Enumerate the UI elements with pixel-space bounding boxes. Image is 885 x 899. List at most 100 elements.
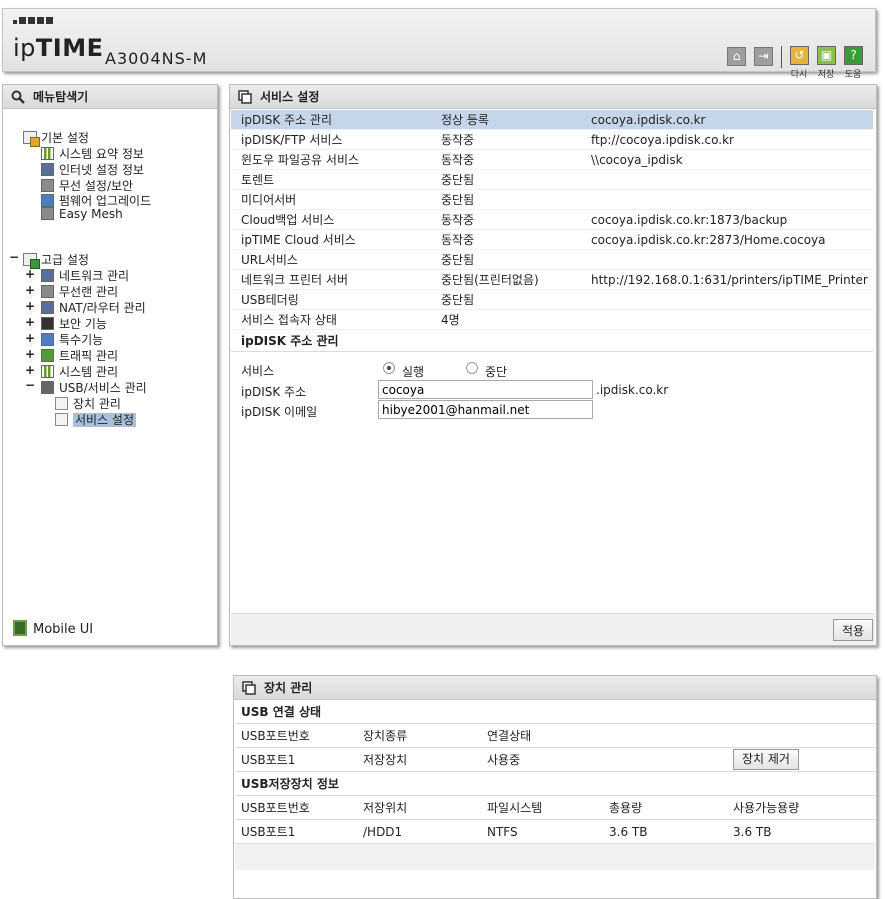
service-status: 동작중 xyxy=(441,233,475,247)
save-icon[interactable]: ▣ xyxy=(817,46,836,65)
menu-explorer-title: 메뉴탐색기 xyxy=(3,85,217,109)
tree-item-wlan[interactable]: 무선랜 관리 xyxy=(41,283,118,300)
device-management-panel: 장치 관리 USB 연결 상태 USB포트번호 장치종류 연결상태 USB포트1… xyxy=(233,675,877,899)
tree-item-system[interactable]: 시스템 관리 xyxy=(41,363,118,380)
service-row[interactable]: ipTIME Cloud 서비스 동작중 cocoya.ipdisk.co.kr:2… xyxy=(231,230,873,250)
ipdisk-email-input[interactable] xyxy=(378,400,593,419)
tree-item-label: 장치 관리 xyxy=(73,397,121,411)
tree-item-label: 시스템 관리 xyxy=(59,365,119,379)
usb-status-header-row: USB포트번호 장치종류 연결상태 xyxy=(235,724,875,748)
collapse-toggle-icon[interactable]: − xyxy=(9,250,19,264)
ipdisk-address-input[interactable] xyxy=(378,380,593,399)
tree-item-internet-settings[interactable]: 인터넷 설정 정보 xyxy=(41,161,144,178)
tree-advanced-settings[interactable]: 고급 설정 xyxy=(23,251,89,269)
service-row[interactable]: URL서비스 중단됨 xyxy=(231,250,873,270)
tree-item-traffic[interactable]: 트래픽 관리 xyxy=(41,347,118,364)
file-system: NTFS xyxy=(487,825,518,839)
service-settings-title: 서비스 설정 xyxy=(230,85,876,109)
tree-item-easy-mesh[interactable]: Easy Mesh xyxy=(41,207,123,221)
service-status: 동작중 xyxy=(441,213,475,227)
monitor-icon xyxy=(41,163,54,176)
tree-item-label: 인터넷 설정 정보 xyxy=(59,163,144,177)
tree-item-network[interactable]: 네트워크 관리 xyxy=(41,267,129,284)
router-icon xyxy=(41,301,54,314)
service-name: ipDISK 주소 관리 xyxy=(241,113,333,127)
remove-device-button[interactable]: 장치 제거 xyxy=(733,749,799,770)
service-label: 서비스 xyxy=(241,364,275,378)
service-row[interactable]: 윈도우 파일공유 서비스 동작중 \\cocoya_ipdisk xyxy=(231,150,873,170)
expand-icon[interactable]: + xyxy=(25,315,35,329)
service-row[interactable]: 서비스 접속자 상태 4명 xyxy=(231,310,873,330)
service-row[interactable]: USB테더링 중단됨 xyxy=(231,290,873,310)
service-name: ipTIME Cloud 서비스 xyxy=(241,233,356,247)
save-label[interactable]: 저장 xyxy=(814,67,838,80)
service-row[interactable]: 네트워크 프린터 서버 중단됨(프린터없음) http://192.168.0.1:… xyxy=(231,270,873,290)
service-settings-panel: 서비스 설정 ipDISK 주소 관리 정상 등록 cocoya.ipdisk.co… xyxy=(229,84,877,646)
service-name: 윈도우 파일공유 서비스 xyxy=(241,153,360,167)
tree-item-nat-router[interactable]: NAT/라우터 관리 xyxy=(41,299,146,316)
tree-item-device-management[interactable]: 장치 관리 xyxy=(55,395,121,412)
service-name: 서비스 접속자 상태 xyxy=(241,313,337,327)
folder-icon xyxy=(23,253,40,269)
expand-icon[interactable]: + xyxy=(25,331,35,345)
run-radio[interactable] xyxy=(383,362,395,374)
home-icon[interactable]: ⌂ xyxy=(727,47,746,66)
tree-item-security[interactable]: 보안 기능 xyxy=(41,315,107,332)
magnifier-icon xyxy=(11,90,25,104)
special-icon xyxy=(41,333,54,346)
tree-item-system-summary[interactable]: 시스템 요약 정보 xyxy=(41,145,144,162)
column-header: 파일시스템 xyxy=(487,801,543,815)
available-capacity: 3.6 TB xyxy=(733,825,772,839)
connection-status: 사용중 xyxy=(487,753,521,767)
logo-dots xyxy=(13,17,53,24)
menu-explorer-label: 메뉴탐색기 xyxy=(33,90,89,104)
service-status: 4명 xyxy=(441,313,460,327)
tree-item-label: 펌웨어 업그레이드 xyxy=(59,194,152,208)
service-row[interactable]: Cloud백업 서비스 동작중 cocoya.ipdisk.co.kr:1873/b… xyxy=(231,210,873,230)
collapse-icon[interactable]: − xyxy=(25,378,35,392)
expand-icon[interactable]: + xyxy=(25,347,35,361)
column-header: 연결상태 xyxy=(487,729,532,743)
tree-item-usb-service[interactable]: USB/서비스 관리 xyxy=(41,379,147,396)
column-header: 총용량 xyxy=(609,801,643,815)
tree-item-label: 보안 기능 xyxy=(59,317,107,331)
service-row[interactable]: ipDISK 주소 관리 정상 등록 cocoya.ipdisk.co.kr xyxy=(231,110,873,130)
tree-basic-settings[interactable]: 기본 설정 xyxy=(23,129,89,147)
tree-item-special[interactable]: 특수기능 xyxy=(41,331,103,348)
column-header: 장치종류 xyxy=(363,729,408,743)
logout-icon[interactable]: ⇥ xyxy=(754,47,773,66)
apply-button[interactable]: 적용 xyxy=(833,619,874,641)
service-row[interactable]: ipDISK/FTP 서비스 동작중 ftp://cocoya.ipdisk.co.… xyxy=(231,130,873,150)
tree-item-label: 무선랜 관리 xyxy=(59,285,119,299)
device-title-label: 장치 관리 xyxy=(264,681,313,695)
run-radio-label[interactable]: 실행 xyxy=(402,363,424,380)
header-bar: ipTIME A3004NS-M ⌂ ⇥ ↺ 다시 ▣ 저장 ? 도움 xyxy=(2,8,876,80)
undo-icon[interactable]: ↺ xyxy=(790,46,809,65)
usb-status-section-title: USB 연결 상태 xyxy=(235,700,875,724)
service-status: 중단됨 xyxy=(441,173,475,187)
undo-label[interactable]: 다시 xyxy=(787,67,811,80)
storage-header-row: USB포트번호 저장위치 파일시스템 총용량 사용가능용량 xyxy=(235,796,875,820)
ipdisk-domain-suffix: .ipdisk.co.kr xyxy=(596,383,669,397)
tree-item-service-settings[interactable]: 서비스 설정 xyxy=(55,411,137,428)
help-label[interactable]: 도움 xyxy=(841,67,865,80)
chart-icon xyxy=(41,365,54,378)
stop-radio-label[interactable]: 중단 xyxy=(485,363,507,380)
expand-icon[interactable]: + xyxy=(25,363,35,377)
stop-radio[interactable] xyxy=(466,362,478,374)
mobile-ui-link[interactable]: Mobile UI xyxy=(13,620,93,637)
tree-item-label: USB/서비스 관리 xyxy=(59,381,147,395)
mobile-phone-icon xyxy=(13,620,27,636)
expand-icon[interactable]: + xyxy=(25,283,35,297)
model-name: A3004NS-M xyxy=(105,49,208,68)
expand-icon[interactable]: + xyxy=(25,267,35,281)
expand-icon[interactable]: + xyxy=(25,299,35,313)
ipdisk-address-label: ipDISK 주소 xyxy=(241,385,307,399)
column-header: USB포트번호 xyxy=(241,801,310,815)
service-row[interactable]: 미디어서버 중단됨 xyxy=(231,190,873,210)
tree-basic-label: 기본 설정 xyxy=(41,131,89,145)
usb-port: USB포트1 xyxy=(241,825,296,839)
service-row[interactable]: 토렌트 중단됨 xyxy=(231,170,873,190)
help-icon[interactable]: ? xyxy=(844,46,863,65)
folder-icon xyxy=(23,131,40,147)
